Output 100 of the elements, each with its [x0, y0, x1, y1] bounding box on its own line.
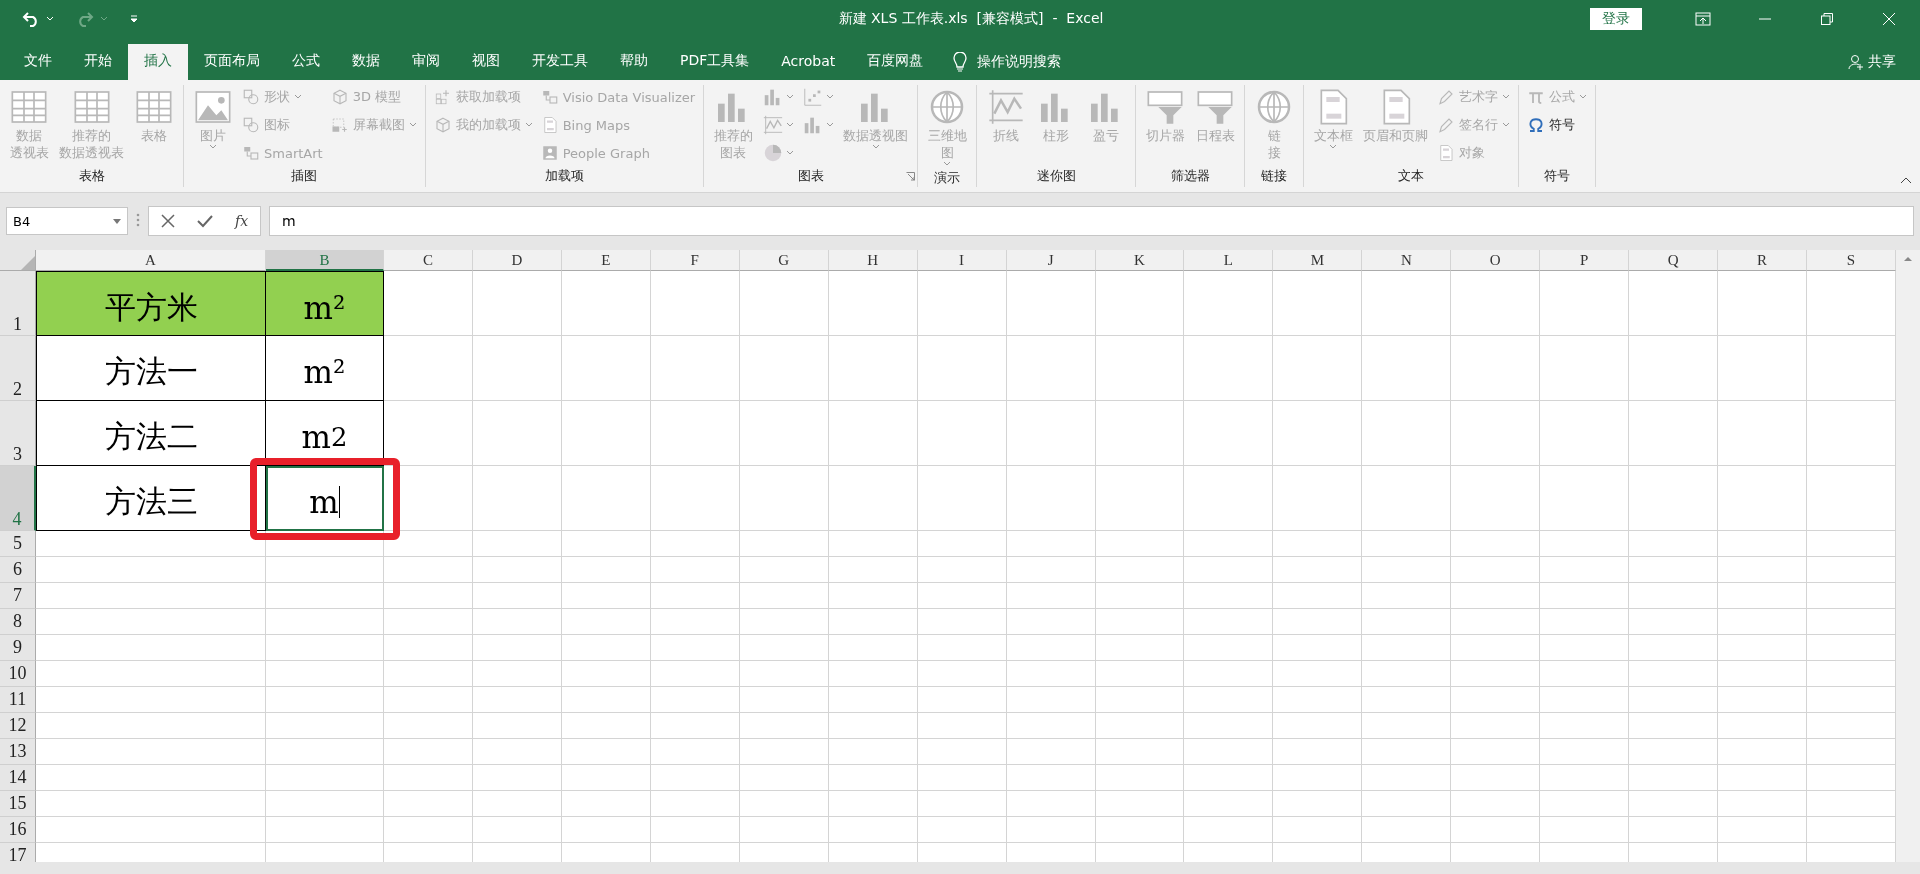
table-cell[interactable]	[1095, 817, 1185, 843]
table-cell[interactable]	[1718, 713, 1808, 739]
table-cell[interactable]	[1362, 765, 1452, 791]
table-cell[interactable]	[384, 635, 473, 661]
table-cell[interactable]	[1273, 687, 1363, 713]
table-cell[interactable]	[1451, 687, 1541, 713]
row-header[interactable]: 5	[0, 531, 36, 557]
table-cell[interactable]	[36, 531, 266, 557]
table-cell[interactable]	[1451, 817, 1541, 843]
table-cell[interactable]	[917, 713, 1007, 739]
column-header[interactable]: I	[917, 250, 1007, 271]
table-cell[interactable]	[650, 271, 740, 336]
table-cell[interactable]	[650, 336, 740, 401]
table-cell[interactable]	[1006, 765, 1096, 791]
row-header[interactable]: 6	[0, 557, 36, 583]
undo-icon[interactable]	[22, 11, 40, 27]
row-header[interactable]: 10	[0, 661, 36, 687]
table-cell[interactable]	[1629, 713, 1719, 739]
ribbon-tab[interactable]: 百度网盘	[851, 44, 940, 77]
row-header[interactable]: 4	[0, 466, 36, 531]
table-cell[interactable]	[650, 635, 740, 661]
table-cell[interactable]	[739, 336, 829, 401]
column-header[interactable]: L	[1184, 250, 1274, 271]
table-cell[interactable]	[739, 739, 829, 765]
row-header[interactable]: 11	[0, 687, 36, 713]
table-cell[interactable]	[561, 466, 651, 531]
table-cell[interactable]	[739, 271, 829, 336]
table-cell[interactable]	[828, 401, 918, 466]
table-cell[interactable]	[1184, 531, 1274, 557]
table-cell[interactable]	[384, 687, 473, 713]
table-cell[interactable]	[1006, 401, 1096, 466]
table-cell[interactable]	[472, 531, 562, 557]
table-cell[interactable]	[1362, 635, 1452, 661]
table-cell[interactable]	[1540, 661, 1630, 687]
table-cell[interactable]: 方法三	[36, 466, 266, 531]
table-cell[interactable]	[1540, 583, 1630, 609]
table-cell[interactable]	[1718, 791, 1808, 817]
table-cell[interactable]	[1095, 609, 1185, 635]
table-cell[interactable]	[1451, 336, 1541, 401]
table-cell[interactable]	[1718, 401, 1808, 466]
table-cell[interactable]	[384, 271, 473, 336]
row-header[interactable]: 8	[0, 609, 36, 635]
table-cell[interactable]	[917, 557, 1007, 583]
row-header[interactable]: 12	[0, 713, 36, 739]
table-cell[interactable]	[650, 401, 740, 466]
ribbon-tab[interactable]: 公式	[276, 44, 336, 77]
table-cell[interactable]	[1273, 791, 1363, 817]
minimize-icon[interactable]	[1759, 18, 1771, 20]
table-cell[interactable]	[1006, 271, 1096, 336]
table-cell[interactable]	[1184, 401, 1274, 466]
table-cell[interactable]	[1451, 583, 1541, 609]
table-cell[interactable]	[1273, 765, 1363, 791]
table-cell[interactable]	[472, 791, 562, 817]
table-cell[interactable]: 方法二	[36, 401, 266, 466]
table-cell[interactable]	[1362, 661, 1452, 687]
table-cell[interactable]	[1184, 271, 1274, 336]
table-cell[interactable]	[1718, 557, 1808, 583]
table-cell[interactable]: 平方米	[36, 271, 266, 336]
table-cell[interactable]	[739, 791, 829, 817]
table-cell[interactable]	[266, 817, 384, 843]
table-cell[interactable]	[828, 687, 918, 713]
table-cell[interactable]	[1540, 791, 1630, 817]
table-cell[interactable]	[917, 336, 1007, 401]
table-cell[interactable]	[384, 466, 473, 531]
table-cell[interactable]	[1540, 531, 1630, 557]
table-cell[interactable]	[1718, 583, 1808, 609]
table-cell[interactable]	[384, 791, 473, 817]
name-box[interactable]: B4	[6, 207, 128, 235]
table-cell[interactable]	[561, 791, 651, 817]
row-header[interactable]: 16	[0, 817, 36, 843]
table-cell[interactable]	[739, 635, 829, 661]
table-cell[interactable]	[1095, 531, 1185, 557]
table-cell[interactable]	[1451, 271, 1541, 336]
table-cell[interactable]	[561, 739, 651, 765]
table-cell[interactable]: m	[266, 466, 384, 531]
table-cell[interactable]	[561, 531, 651, 557]
ribbon-tab[interactable]: 插入	[128, 44, 188, 80]
enter-icon[interactable]	[197, 214, 213, 228]
table-cell[interactable]	[1362, 271, 1452, 336]
table-cell[interactable]	[1540, 713, 1630, 739]
table-cell[interactable]	[1273, 583, 1363, 609]
ribbon-tab[interactable]: 帮助	[604, 44, 664, 77]
insert-function-button[interactable]: fx	[235, 213, 249, 229]
table-cell[interactable]	[1095, 661, 1185, 687]
table-cell[interactable]	[472, 336, 562, 401]
table-cell[interactable]	[1362, 713, 1452, 739]
table-cell[interactable]	[1718, 635, 1808, 661]
table-cell[interactable]	[1095, 713, 1185, 739]
column-header[interactable]: O	[1451, 250, 1541, 271]
table-cell[interactable]	[1006, 336, 1096, 401]
table-cell[interactable]	[1451, 401, 1541, 466]
table-cell[interactable]	[36, 791, 266, 817]
ribbon-tab[interactable]: 审阅	[396, 44, 456, 77]
table-cell[interactable]	[1718, 817, 1808, 843]
ribbon-button[interactable]: 符号	[1525, 113, 1590, 137]
table-cell[interactable]	[384, 817, 473, 843]
table-cell[interactable]	[828, 765, 918, 791]
table-cell[interactable]	[561, 713, 651, 739]
table-cell[interactable]	[1629, 336, 1719, 401]
table-cell[interactable]	[561, 609, 651, 635]
